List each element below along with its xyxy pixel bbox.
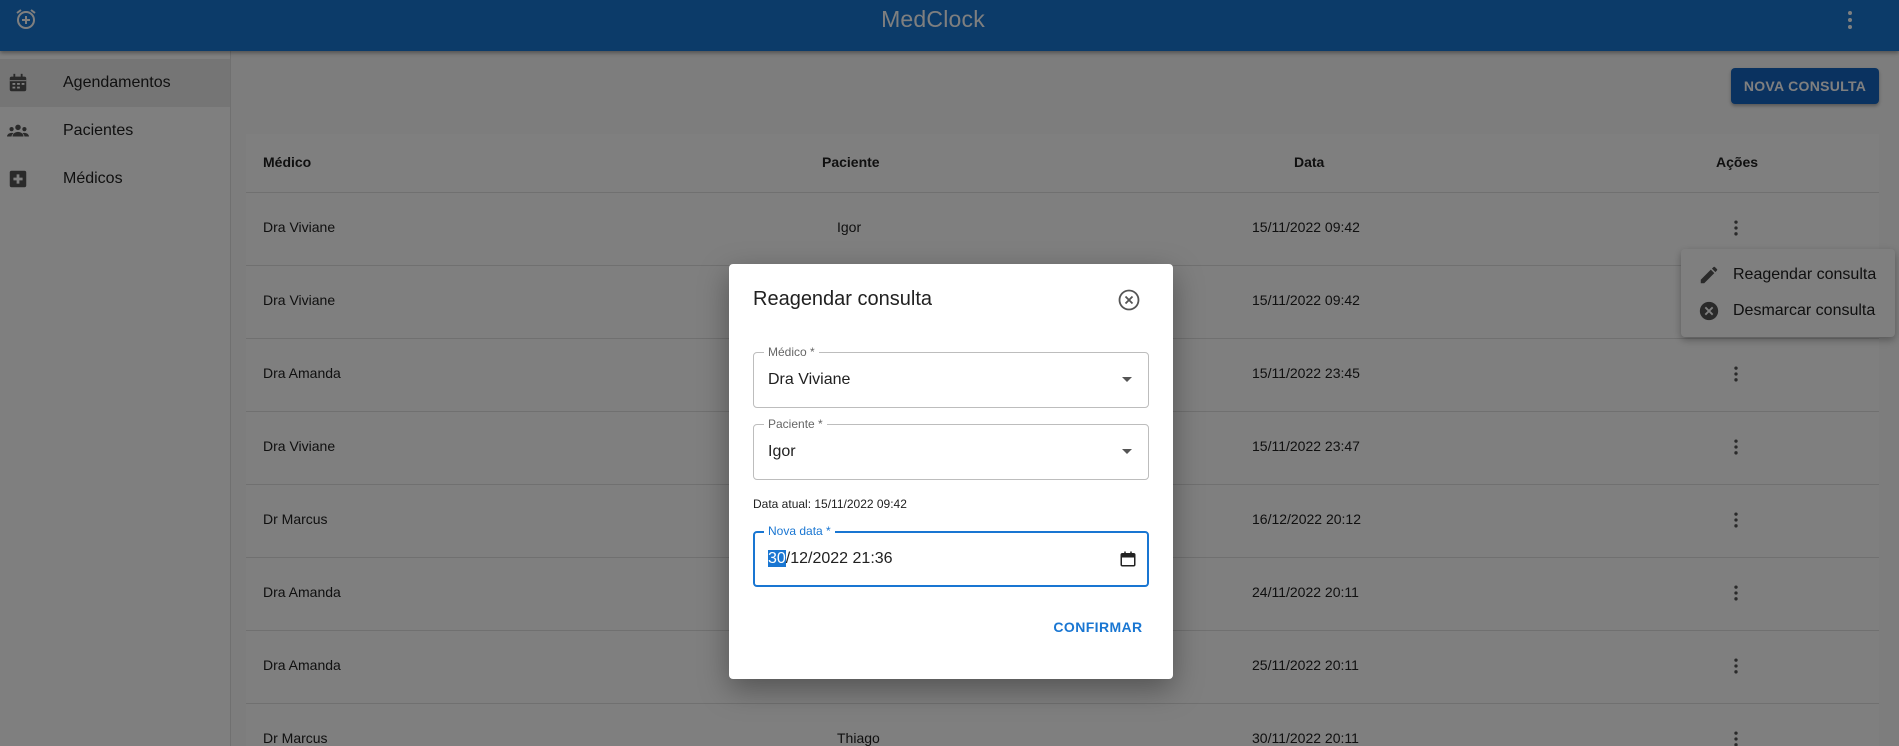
nova-data-input[interactable]: Nova data * 30/12/2022 21:36 bbox=[753, 524, 1149, 587]
chevron-down-icon bbox=[1122, 377, 1132, 382]
reagendar-dialog: Reagendar consulta Médico * Dra Viviane … bbox=[729, 264, 1173, 679]
confirmar-button[interactable]: CONFIRMAR bbox=[1052, 612, 1144, 642]
medico-value: Dra Viviane bbox=[768, 371, 851, 388]
close-icon[interactable] bbox=[1117, 288, 1141, 312]
paciente-value: Igor bbox=[768, 443, 796, 460]
nova-data-value: 30/12/2022 21:36 bbox=[768, 550, 893, 568]
selected-day-segment[interactable]: 30 bbox=[768, 550, 786, 567]
date-rest-segment[interactable]: /12/2022 21:36 bbox=[786, 550, 893, 567]
chevron-down-icon bbox=[1122, 449, 1132, 454]
nova-data-label: Nova data * bbox=[764, 524, 835, 538]
dialog-title: Reagendar consulta bbox=[753, 288, 933, 310]
calendar-picker-icon[interactable] bbox=[1119, 550, 1137, 568]
data-atual-text: Data atual: 15/11/2022 09:42 bbox=[753, 497, 907, 511]
paciente-select[interactable]: Paciente * Igor bbox=[753, 417, 1149, 480]
medico-label: Médico * bbox=[764, 345, 819, 359]
medico-select[interactable]: Médico * Dra Viviane bbox=[753, 345, 1149, 408]
paciente-label: Paciente * bbox=[764, 417, 827, 431]
